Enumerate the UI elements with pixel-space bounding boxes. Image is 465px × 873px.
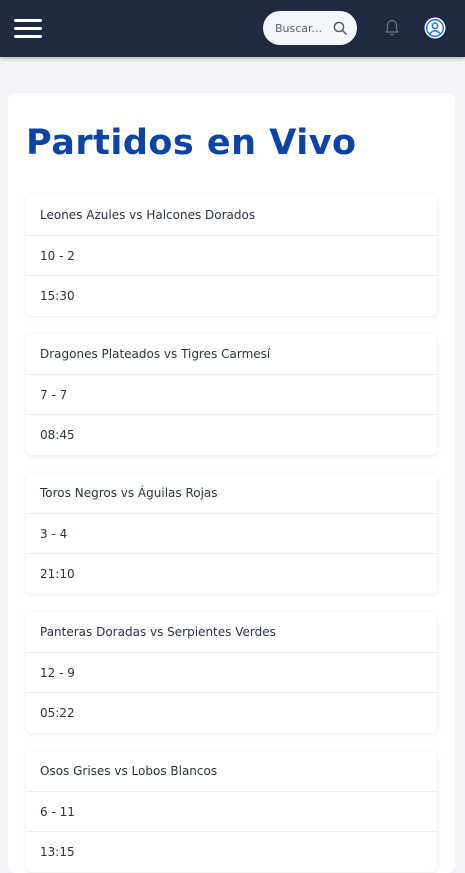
match-score: 12 - 9 (26, 652, 437, 692)
match-time: 21:10 (26, 553, 437, 593)
match-teams: Toros Negros vs Águilas Rojas (40, 486, 218, 500)
search-input[interactable] (275, 19, 333, 37)
match-card[interactable]: Toros Negros vs Águilas Rojas 3 - 4 21:1… (26, 473, 437, 594)
user-avatar-icon[interactable] (424, 17, 446, 39)
search-icon[interactable] (333, 21, 347, 35)
match-score: 3 - 4 (26, 513, 437, 553)
live-matches-card: Partidos en Vivo Leones Azules vs Halcon… (8, 93, 455, 873)
match-teams: Osos Grises vs Lobos Blancos (40, 764, 218, 778)
match-time: 15:30 (26, 275, 437, 315)
match-time: 05:22 (26, 692, 437, 732)
match-teams: Leones Azules vs Halcones Dorados (40, 208, 256, 222)
page-title: Partidos en Vivo (26, 123, 357, 163)
match-time: 08:45 (26, 414, 437, 454)
match-teams: Panteras Doradas vs Serpientes Verdes (40, 625, 276, 639)
hamburger-menu-icon[interactable] (14, 19, 42, 39)
match-score: 10 - 2 (26, 235, 437, 275)
match-card[interactable]: Dragones Plateados vs Tigres Carmesí 7 -… (26, 334, 437, 455)
match-card[interactable]: Panteras Doradas vs Serpientes Verdes 12… (26, 612, 437, 733)
match-teams: Dragones Plateados vs Tigres Carmesí (40, 347, 271, 361)
match-score: 7 - 7 (26, 374, 437, 414)
match-time: 13:15 (26, 831, 437, 871)
match-score: 6 - 11 (26, 791, 437, 831)
bell-icon[interactable] (384, 19, 400, 37)
match-card[interactable]: Leones Azules vs Halcones Dorados 10 - 2… (26, 195, 437, 316)
top-navbar (0, 0, 465, 57)
match-card[interactable]: Osos Grises vs Lobos Blancos 6 - 11 13:1… (26, 751, 437, 872)
search-box (263, 11, 357, 45)
